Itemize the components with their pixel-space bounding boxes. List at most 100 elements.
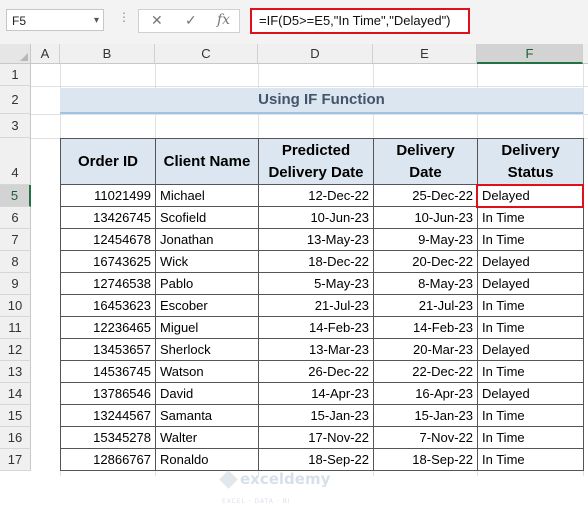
status-cell[interactable]: In Time (477, 448, 584, 471)
chevron-down-icon[interactable]: ▾ (94, 10, 99, 32)
row-header-6[interactable]: 6 (0, 207, 31, 229)
row-header-11[interactable]: 11 (0, 317, 31, 339)
insert-function-icon[interactable]: fx (217, 12, 230, 28)
order-id-cell[interactable]: 15345278 (60, 426, 156, 449)
delivery-date-cell[interactable]: 10-Jun-23 (373, 206, 478, 229)
status-cell[interactable]: Delayed (477, 184, 584, 207)
column-header-b[interactable]: B (60, 44, 155, 64)
client-name-cell[interactable]: Samanta (155, 404, 259, 427)
sheet-title[interactable]: Using IF Function (60, 88, 583, 114)
order-id-cell[interactable]: 13244567 (60, 404, 156, 427)
row-header-8[interactable]: 8 (0, 251, 31, 273)
status-cell[interactable]: In Time (477, 360, 584, 383)
column-header-e[interactable]: E (373, 44, 477, 64)
status-cell[interactable]: In Time (477, 206, 584, 229)
predicted-date-cell[interactable]: 12-Dec-22 (258, 184, 374, 207)
predicted-date-cell[interactable]: 21-Jul-23 (258, 294, 374, 317)
client-name-cell[interactable]: Ronaldo (155, 448, 259, 471)
delivery-date-cell[interactable]: 8-May-23 (373, 272, 478, 295)
delivery-date-cell[interactable]: 16-Apr-23 (373, 382, 478, 405)
header-predicted-delivery-date[interactable]: Predicted Delivery Date (258, 138, 374, 185)
column-header-d[interactable]: D (258, 44, 373, 64)
delivery-date-cell[interactable]: 14-Feb-23 (373, 316, 478, 339)
column-header-a[interactable]: A (31, 44, 60, 64)
status-cell[interactable]: In Time (477, 228, 584, 251)
column-header-c[interactable]: C (155, 44, 258, 64)
predicted-date-cell[interactable]: 14-Feb-23 (258, 316, 374, 339)
predicted-date-cell[interactable]: 14-Apr-23 (258, 382, 374, 405)
client-name-cell[interactable]: Sherlock (155, 338, 259, 361)
row-header-16[interactable]: 16 (0, 427, 31, 449)
status-cell[interactable]: In Time (477, 404, 584, 427)
predicted-date-cell[interactable]: 10-Jun-23 (258, 206, 374, 229)
delivery-date-cell[interactable]: 20-Mar-23 (373, 338, 478, 361)
more-options-icon[interactable]: ⋮ (118, 10, 131, 24)
status-cell[interactable]: In Time (477, 426, 584, 449)
row-header-14[interactable]: 14 (0, 383, 31, 405)
order-id-cell[interactable]: 13426745 (60, 206, 156, 229)
row-header-5[interactable]: 5 (0, 185, 31, 207)
row-header-7[interactable]: 7 (0, 229, 31, 251)
delivery-date-cell[interactable]: 22-Dec-22 (373, 360, 478, 383)
predicted-date-cell[interactable]: 17-Nov-22 (258, 426, 374, 449)
client-name-cell[interactable]: Pablo (155, 272, 259, 295)
header-client-name[interactable]: Client Name (155, 138, 259, 185)
client-name-cell[interactable]: Walter (155, 426, 259, 449)
client-name-cell[interactable]: Miguel (155, 316, 259, 339)
order-id-cell[interactable]: 12746538 (60, 272, 156, 295)
order-id-cell[interactable]: 14536745 (60, 360, 156, 383)
predicted-date-cell[interactable]: 26-Dec-22 (258, 360, 374, 383)
client-name-cell[interactable]: Escober (155, 294, 259, 317)
predicted-date-cell[interactable]: 13-Mar-23 (258, 338, 374, 361)
column-header-f[interactable]: F (477, 44, 583, 64)
predicted-date-cell[interactable]: 13-May-23 (258, 228, 374, 251)
name-box[interactable]: F5 ▾ (6, 9, 104, 31)
predicted-date-cell[interactable]: 15-Jan-23 (258, 404, 374, 427)
client-name-cell[interactable]: Michael (155, 184, 259, 207)
delivery-date-cell[interactable]: 21-Jul-23 (373, 294, 478, 317)
delivery-date-cell[interactable]: 7-Nov-22 (373, 426, 478, 449)
predicted-date-cell[interactable]: 18-Sep-22 (258, 448, 374, 471)
status-cell[interactable]: Delayed (477, 338, 584, 361)
client-name-cell[interactable]: Jonathan (155, 228, 259, 251)
predicted-date-cell[interactable]: 5-May-23 (258, 272, 374, 295)
status-cell[interactable]: Delayed (477, 272, 584, 295)
order-id-cell[interactable]: 12866767 (60, 448, 156, 471)
row-header-4[interactable]: 4 (0, 138, 31, 185)
select-all-button[interactable] (0, 44, 31, 64)
client-name-cell[interactable]: Wick (155, 250, 259, 273)
row-header-17[interactable]: 17 (0, 449, 31, 471)
order-id-cell[interactable]: 12236465 (60, 316, 156, 339)
row-header-1[interactable]: 1 (0, 64, 31, 86)
order-id-cell[interactable]: 16743625 (60, 250, 156, 273)
enter-icon[interactable]: ✓ (185, 12, 197, 29)
delivery-date-cell[interactable]: 20-Dec-22 (373, 250, 478, 273)
status-cell[interactable]: In Time (477, 294, 584, 317)
row-header-9[interactable]: 9 (0, 273, 31, 295)
row-header-13[interactable]: 13 (0, 361, 31, 383)
status-cell[interactable]: Delayed (477, 382, 584, 405)
order-id-cell[interactable]: 13786546 (60, 382, 156, 405)
delivery-date-cell[interactable]: 18-Sep-22 (373, 448, 478, 471)
cancel-icon[interactable]: ✕ (151, 12, 163, 29)
delivery-date-cell[interactable]: 25-Dec-22 (373, 184, 478, 207)
row-header-10[interactable]: 10 (0, 295, 31, 317)
row-header-3[interactable]: 3 (0, 114, 31, 138)
formula-input[interactable]: =IF(D5>=E5,"In Time","Delayed") (250, 8, 470, 34)
row-header-12[interactable]: 12 (0, 339, 31, 361)
delivery-date-cell[interactable]: 15-Jan-23 (373, 404, 478, 427)
order-id-cell[interactable]: 13453657 (60, 338, 156, 361)
client-name-cell[interactable]: Scofield (155, 206, 259, 229)
predicted-date-cell[interactable]: 18-Dec-22 (258, 250, 374, 273)
header-delivery-status[interactable]: Delivery Status (477, 138, 584, 185)
row-header-15[interactable]: 15 (0, 405, 31, 427)
order-id-cell[interactable]: 16453623 (60, 294, 156, 317)
order-id-cell[interactable]: 11021499 (60, 184, 156, 207)
order-id-cell[interactable]: 12454678 (60, 228, 156, 251)
status-cell[interactable]: Delayed (477, 250, 584, 273)
client-name-cell[interactable]: Watson (155, 360, 259, 383)
header-order-id[interactable]: Order ID (60, 138, 156, 185)
status-cell[interactable]: In Time (477, 316, 584, 339)
client-name-cell[interactable]: David (155, 382, 259, 405)
header-delivery-date[interactable]: Delivery Date (373, 138, 478, 185)
